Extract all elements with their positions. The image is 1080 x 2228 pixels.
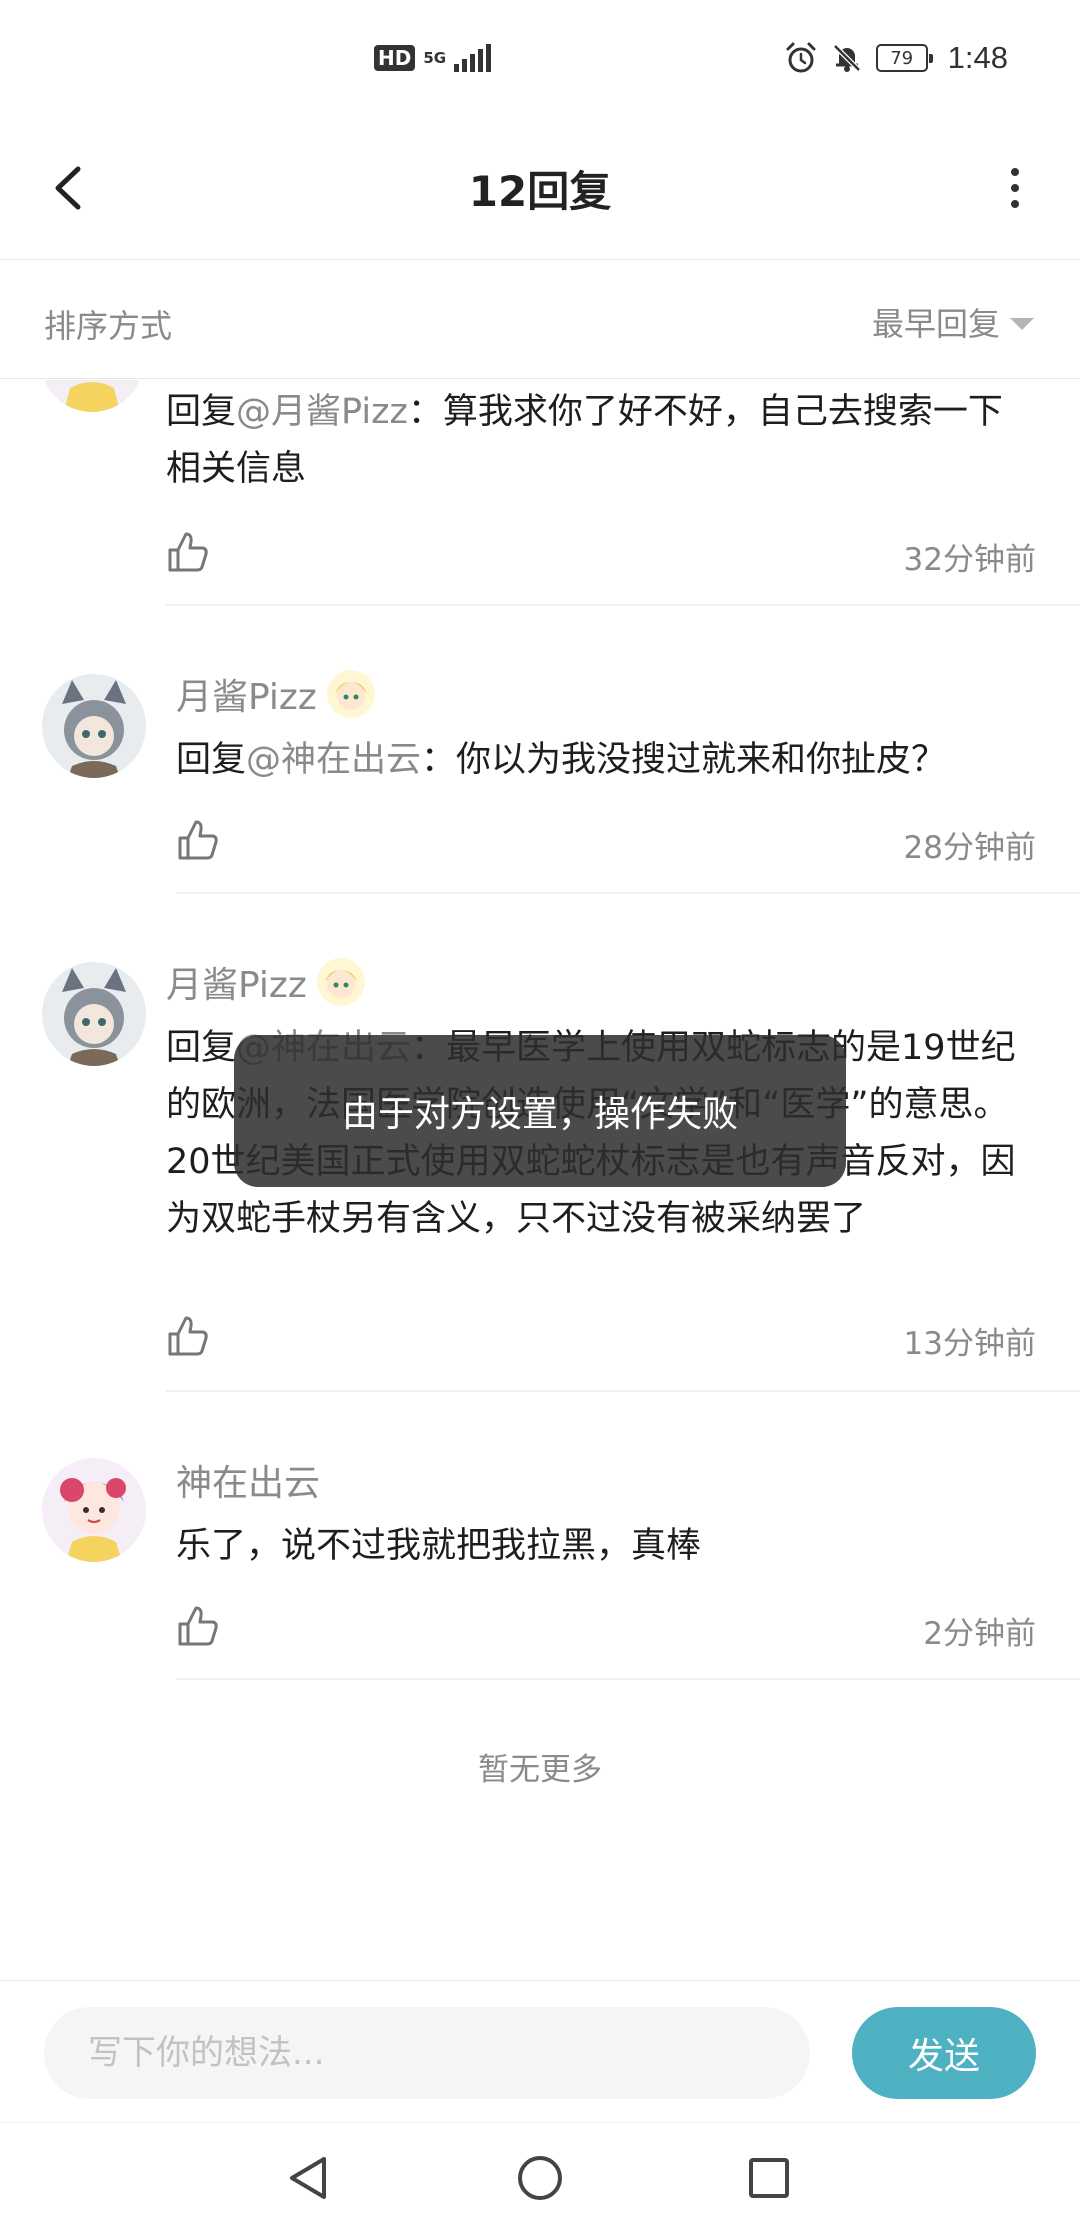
more-dot-icon — [1011, 200, 1019, 208]
reply-item: 月酱Pizz 回复@神在出云：你以为我没搜过就来和你扯皮？ 28分钟前 — [0, 606, 1080, 896]
avatar-girl-icon — [42, 1458, 146, 1562]
reply-content: 乐了，说不过我就把我拉黑，真棒 — [176, 1518, 1036, 1575]
username[interactable]: 神在出云 — [176, 1454, 320, 1506]
reply-item: 神在出云 乐了，说不过我就把我拉黑，真棒 2分钟前 — [0, 1412, 1080, 1702]
avatar[interactable] — [40, 380, 144, 412]
network-type: 5G — [423, 48, 447, 67]
square-recents-icon — [749, 2158, 789, 2198]
user-badge-icon — [316, 958, 365, 1006]
divider — [176, 1678, 1080, 1680]
username[interactable]: 月酱Pizz — [166, 956, 365, 1008]
reply-content: 回复@神在出云：你以为我没搜过就来和你扯皮？ — [176, 732, 1036, 789]
status-bar: HD 5G 79 1:48 — [0, 0, 1080, 120]
user-badge-icon — [326, 670, 375, 718]
avatar[interactable] — [42, 1458, 146, 1562]
reply-text: ：你以为我没搜过就来和你扯皮？ — [421, 740, 947, 780]
like-icon[interactable] — [166, 1314, 210, 1358]
like-icon[interactable] — [176, 818, 220, 862]
reply-time: 2分钟前 — [923, 1616, 1036, 1652]
reply-item: 回复@月酱Pizz：算我求你了好不好，自己去搜索一下相关信息 32分钟前 — [0, 380, 1080, 606]
mute-bell-icon — [832, 44, 861, 72]
status-icons: 79 1:48 — [784, 40, 1008, 76]
comment-input[interactable] — [44, 2007, 810, 2099]
more-options-button[interactable] — [990, 158, 1040, 218]
nav-home-button[interactable] — [505, 2143, 575, 2213]
signal-icon — [454, 44, 492, 72]
sort-value: 最早回复 — [871, 305, 1000, 343]
sort-label: 排序方式 — [44, 307, 173, 345]
reply-prefix: 回复 — [166, 1028, 237, 1068]
page-title: 12回复 — [468, 167, 612, 216]
clock: 1:48 — [947, 40, 1008, 75]
toast-message: 由于对方设置，操作失败 — [341, 1094, 738, 1135]
triangle-back-icon — [290, 2157, 326, 2199]
hd-badge: HD — [374, 45, 416, 71]
reply-prefix: 回复 — [176, 740, 247, 780]
divider — [176, 892, 1080, 894]
alarm-icon — [786, 42, 816, 73]
battery-level: 79 — [890, 47, 914, 69]
comment-input-bar: 发送 — [0, 1980, 1080, 2122]
reply-time: 28分钟前 — [903, 830, 1036, 866]
username[interactable]: 月酱Pizz — [176, 668, 375, 720]
divider — [166, 1390, 1080, 1392]
avatar-wolf-girl-icon — [42, 674, 146, 778]
circle-home-icon — [518, 2156, 562, 2200]
nav-back-button[interactable] — [274, 2143, 344, 2213]
reply-text: 乐了，说不过我就把我拉黑，真棒 — [176, 1526, 702, 1566]
avatar[interactable] — [42, 674, 146, 778]
mention-link[interactable]: @神在出云 — [246, 740, 421, 780]
nav-recents-button[interactable] — [734, 2143, 804, 2213]
network-indicator: HD 5G — [374, 44, 492, 72]
sort-bar: 排序方式 最早回复 — [0, 261, 1080, 379]
reply-prefix: 回复 — [166, 392, 237, 432]
reply-time: 13分钟前 — [903, 1326, 1036, 1362]
send-button[interactable]: 发送 — [852, 2007, 1036, 2099]
mention-link[interactable]: @月酱Pizz — [236, 392, 408, 432]
avatar-girl-icon — [40, 380, 144, 412]
like-icon[interactable] — [176, 1604, 220, 1648]
reply-time: 32分钟前 — [903, 542, 1036, 578]
system-nav-bar — [0, 2122, 1080, 2228]
dropdown-triangle-icon — [1010, 318, 1034, 330]
reply-content: 回复@月酱Pizz：算我求你了好不好，自己去搜索一下相关信息 — [166, 384, 1036, 498]
toast: 由于对方设置，操作失败 — [234, 1035, 846, 1187]
header: 12回复 — [0, 120, 1080, 260]
no-more-text: 暂无更多 — [478, 1752, 602, 1788]
avatar[interactable] — [42, 962, 146, 1066]
battery-icon: 79 — [875, 44, 933, 72]
more-dot-icon — [1011, 168, 1019, 176]
sort-dropdown[interactable]: 最早回复 — [872, 299, 1034, 345]
more-dot-icon — [1011, 184, 1019, 192]
avatar-wolf-girl-icon — [42, 962, 146, 1066]
like-icon[interactable] — [166, 530, 210, 574]
